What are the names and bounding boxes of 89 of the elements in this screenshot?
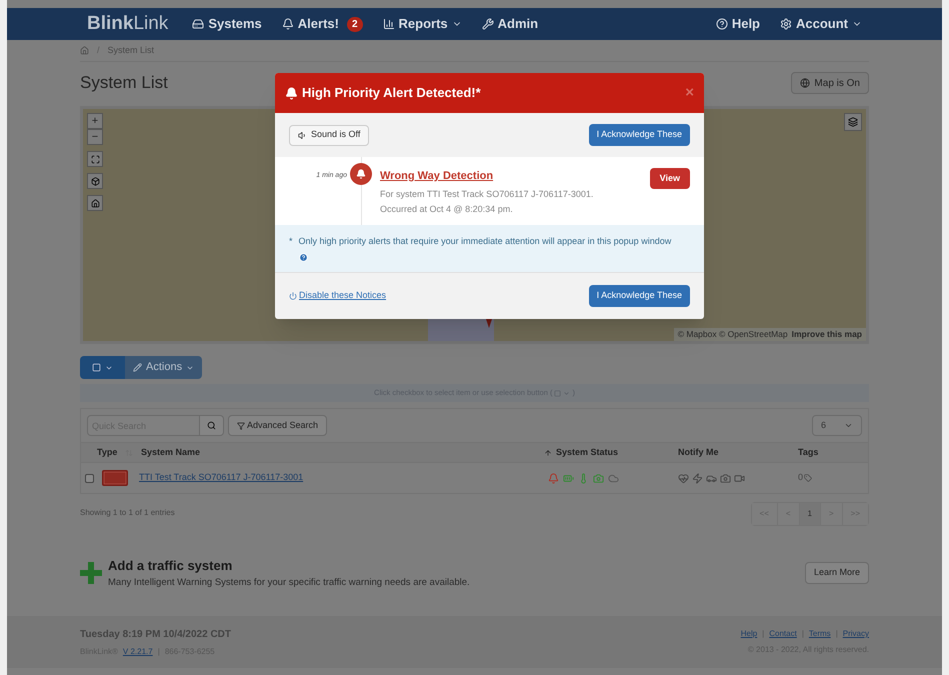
- alert-count-badge: 2: [346, 16, 363, 32]
- select-dropdown-button[interactable]: [80, 356, 125, 379]
- home-view-button[interactable]: [87, 195, 103, 211]
- bell-icon: [356, 169, 366, 179]
- bell-icon: [282, 18, 294, 30]
- nav-link[interactable]: Reports: [382, 14, 462, 34]
- tag-icon[interactable]: [804, 474, 812, 482]
- row-checkbox[interactable]: [85, 474, 94, 482]
- column-header[interactable]: Type: [97, 446, 118, 460]
- wrench-icon: [482, 18, 494, 30]
- drive-icon: [192, 18, 204, 30]
- help-icon[interactable]: [298, 252, 308, 262]
- sound-toggle-button[interactable]: Sound is Off: [289, 124, 370, 146]
- caret-icon: [844, 421, 853, 430]
- checkbox-icon: [554, 390, 562, 396]
- footer-separator: |: [802, 628, 804, 640]
- zoom-in-button[interactable]: +: [87, 113, 103, 129]
- caret-icon: [563, 390, 570, 396]
- nav-link[interactable]: Systems: [192, 14, 262, 34]
- zoom-out-button[interactable]: −: [87, 129, 103, 145]
- bolt-icon[interactable]: [692, 472, 703, 484]
- plus-icon: [80, 562, 102, 584]
- nav-link[interactable]: Admin: [482, 14, 538, 34]
- footer-separator: |: [836, 628, 838, 640]
- version-link[interactable]: V 2.21.7: [122, 646, 153, 658]
- bell-icon: [285, 86, 298, 100]
- column-header[interactable]: System Status: [556, 446, 618, 460]
- pencil-icon: [133, 363, 142, 372]
- note-asterisk: *: [289, 235, 293, 248]
- video-icon[interactable]: [734, 472, 745, 484]
- alert-system-text: For system TTI Test Track SO706117 J-706117-3001.: [380, 188, 594, 201]
- dialog-title: High Priority Alert Detected!*: [302, 84, 481, 102]
- add-system-description: Many Intelligent Warning Systems for your specific traffic warning needs are available.: [108, 576, 471, 590]
- pagination-button[interactable]: 1: [798, 503, 820, 525]
- improve-map-link[interactable]: Improve this map: [792, 328, 862, 341]
- column-header[interactable]: Notify Me: [678, 446, 718, 460]
- view-button[interactable]: View: [650, 168, 690, 189]
- add-system-title: Add a traffic system: [108, 557, 234, 575]
- entries-info: Showing 1 to 1 of 1 entries: [80, 507, 175, 519]
- page-size-select[interactable]: 6: [812, 415, 862, 436]
- nav-link[interactable]: Account: [780, 14, 862, 34]
- system-name-link[interactable]: TTI Test Track SO706117 J-706117-3001: [139, 471, 544, 485]
- camera-icon[interactable]: [720, 472, 731, 484]
- nav-link[interactable]: Help: [716, 14, 760, 34]
- footer-link[interactable]: Help: [740, 628, 758, 640]
- breadcrumb-separator: /: [97, 44, 100, 57]
- footer-separator: |: [158, 646, 160, 658]
- bar-chart-icon: [382, 18, 395, 30]
- help-icon: [716, 18, 728, 30]
- sort-ascending-icon[interactable]: [544, 448, 552, 456]
- heart-icon[interactable]: [678, 472, 689, 484]
- filter-icon: [237, 422, 245, 430]
- 3d-view-button[interactable]: [87, 173, 103, 189]
- alert-occurred-text: Occurred at Oct 4 @ 8:20:34 pm.: [380, 203, 514, 216]
- priority-note: Only high priority alerts that require your immediate attention will appear in this popup window: [298, 235, 672, 248]
- globe-icon: [800, 78, 810, 88]
- footer-separator: |: [762, 628, 764, 640]
- layers-icon: [848, 117, 858, 127]
- page-title: System List: [80, 72, 168, 94]
- cube-icon: [90, 176, 100, 186]
- tag-count: 0: [798, 471, 804, 484]
- disable-notices-link[interactable]: Disable these Notices: [289, 288, 386, 302]
- checkbox-icon: [92, 363, 101, 372]
- footer-link[interactable]: Contact: [769, 628, 797, 640]
- actions-button[interactable]: Actions: [125, 356, 202, 379]
- power-icon: [289, 292, 297, 300]
- alert-title-link[interactable]: Wrong Way Detection: [380, 168, 650, 184]
- home-icon[interactable]: [80, 46, 89, 55]
- acknowledge-button[interactable]: I Acknowledge These: [588, 284, 690, 306]
- map-toggle-button[interactable]: Map is On: [791, 72, 869, 94]
- home-icon: [90, 198, 100, 208]
- search-icon: [207, 421, 216, 430]
- fullscreen-icon: [90, 154, 100, 164]
- brand-logo[interactable]: BlinkLink: [87, 10, 168, 38]
- fullscreen-button[interactable]: [87, 151, 103, 167]
- layers-button[interactable]: [844, 113, 862, 131]
- acknowledge-button[interactable]: I Acknowledge These: [588, 124, 690, 146]
- speaker-icon: [298, 130, 307, 140]
- column-header[interactable]: Tags: [798, 446, 818, 460]
- advanced-search-button[interactable]: Advanced Search: [228, 415, 328, 436]
- footer-link[interactable]: Privacy: [842, 628, 869, 640]
- settings-icon: [780, 18, 792, 30]
- wrong-way-sign-icon: [102, 470, 128, 486]
- search-button[interactable]: [200, 415, 224, 436]
- column-header[interactable]: System Name: [141, 446, 200, 460]
- map-attribution: © Mapbox © OpenStreetMap: [678, 328, 788, 341]
- footer-link[interactable]: Terms: [808, 628, 831, 640]
- nav-link[interactable]: Alerts! 2: [282, 14, 363, 34]
- learn-more-button[interactable]: Learn More: [804, 562, 869, 584]
